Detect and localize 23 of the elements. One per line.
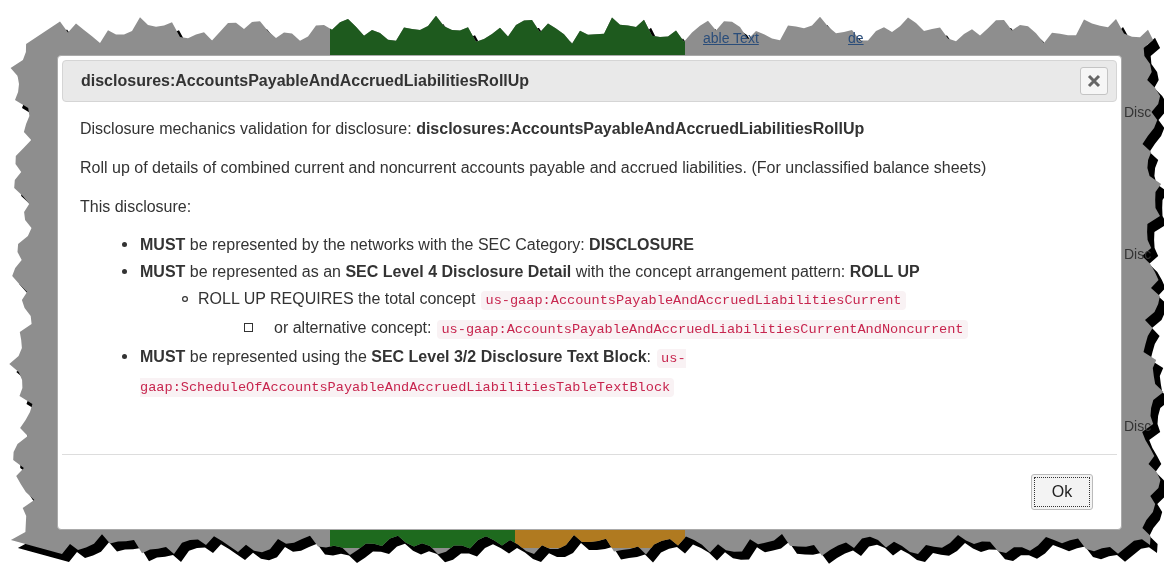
rule-text: ROLL UP REQUIRES the total concept (198, 290, 476, 307)
disc-bullet-icon (122, 354, 127, 359)
circle-bullet-icon (182, 295, 188, 302)
intro-text: Disclosure mechanics validation for disclosure: disclosures:AccountsPayableAndAccruedLiabilitiesRollUp (80, 119, 866, 139)
cell-text: Disc (1124, 418, 1152, 434)
disc-bullet-icon (122, 242, 127, 247)
close-icon (1087, 74, 1101, 88)
close-button[interactable] (1080, 67, 1108, 95)
rule-text: or alternative concept: (274, 319, 432, 336)
rule-text: MUST be represented by the networks with the SEC Category: DISCLOSURE (140, 236, 694, 253)
lead-text: This disclosure: (80, 197, 193, 217)
rule-text: MUST be represented as an SEC Level 4 Disclosure Detail with the concept arrangement pattern: ROLL UP (140, 263, 920, 280)
code-snippet: us-gaap:AccountsPayableAndAccruedLiabilitiesCurrentAndNoncurrent (437, 320, 968, 339)
square-bullet-icon (244, 323, 253, 332)
cell-text: Disc (1124, 104, 1152, 120)
disc-bullet-icon (122, 269, 127, 274)
ok-button[interactable]: Ok (1031, 474, 1093, 510)
link[interactable]: de (848, 30, 864, 46)
dialog-title: disclosures:AccountsPayableAndAccruedLiabilitiesRollUp (81, 72, 530, 90)
code-snippet: us-gaap:AccountsPayableAndAccruedLiabilitiesCurrent (481, 291, 906, 310)
link[interactable]: able Text (703, 30, 759, 46)
description-text: Roll up of details of combined current and noncurrent accounts payable and accrued liabilities. (For unclassified balance sheets) (80, 158, 988, 178)
rule-text: MUST be represented using the SEC Level 3/2 Disclosure Text Block: (140, 348, 652, 365)
